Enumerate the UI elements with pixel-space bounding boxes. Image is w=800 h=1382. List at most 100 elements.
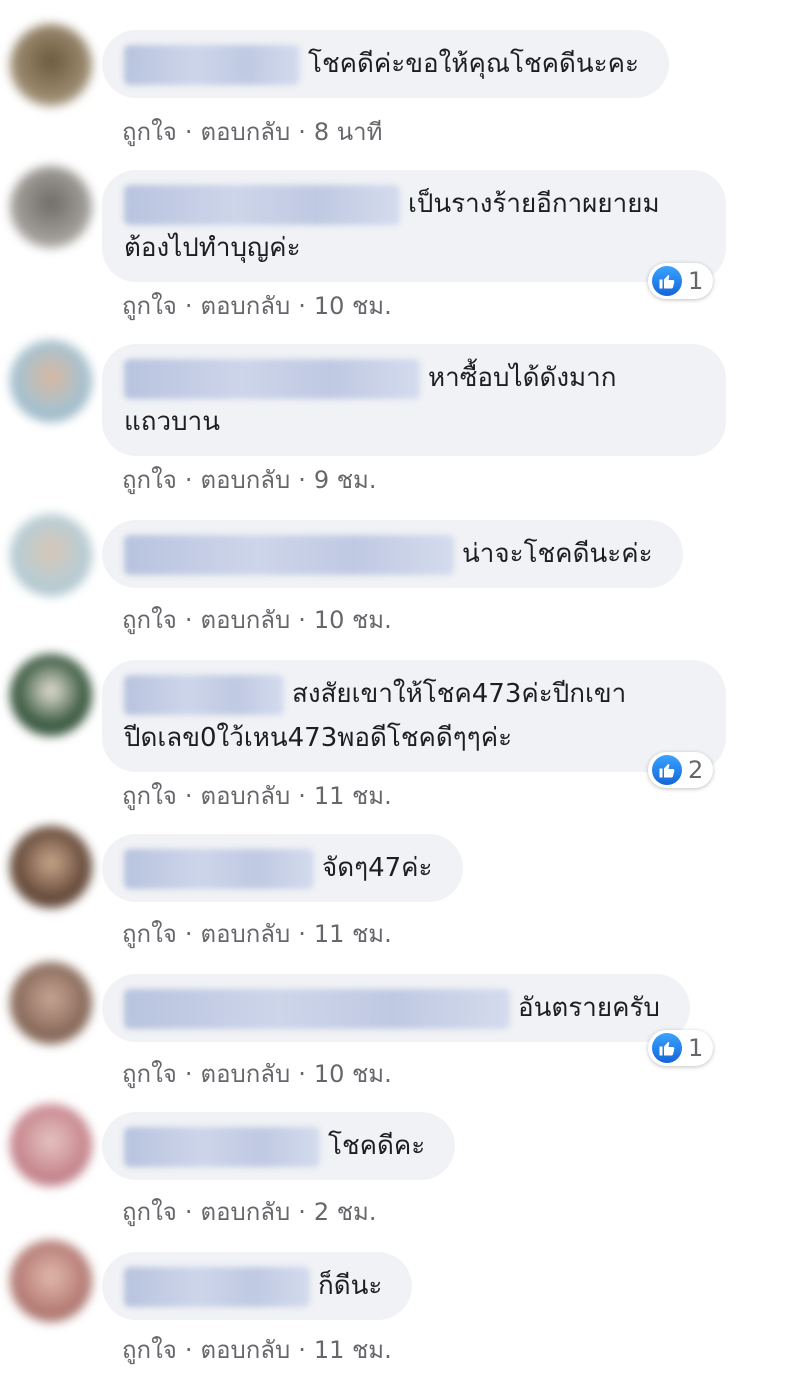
separator: · bbox=[298, 782, 306, 810]
timestamp[interactable]: 8 นาที bbox=[314, 118, 383, 146]
author-name-blurred[interactable] bbox=[124, 848, 314, 889]
avatar[interactable] bbox=[10, 166, 92, 248]
comment-text-line2: แถวบาน bbox=[124, 407, 220, 437]
comment-actions: ถูกใจ · ตอบกลับ · 11 ชม. bbox=[122, 1330, 392, 1369]
author-name-blurred[interactable] bbox=[124, 184, 400, 225]
comment-bubble: โชคดีคะ bbox=[102, 1112, 456, 1180]
author-name-blurred[interactable] bbox=[124, 674, 284, 715]
reaction-count: 2 bbox=[688, 756, 704, 784]
comment-thread: โชคดีค่ะขอให้คุณโชคดีนะคะ ถูกใจ · ตอบกลับ ·… bbox=[0, 0, 800, 1382]
comment-text: น่าจะโชคดีนะค่ะ bbox=[462, 539, 653, 569]
separator: · bbox=[184, 782, 193, 810]
timestamp[interactable]: 9 ชม. bbox=[314, 466, 377, 494]
reply-link[interactable]: ตอบกลับ bbox=[200, 466, 290, 494]
timestamp[interactable]: 11 ชม. bbox=[314, 1336, 392, 1364]
comment-bubble: สงสัยเขาให้โชค473ค่ะปีกเขา ปีดเลข0ใว้เหน… bbox=[102, 660, 726, 772]
separator: · bbox=[184, 1336, 193, 1364]
comment-bubble: หาซื้อบได้ดังมาก แถวบาน bbox=[102, 344, 726, 456]
comment-text-line2: ต้องไปทำบุญค่ะ bbox=[124, 233, 301, 263]
avatar[interactable] bbox=[10, 1104, 92, 1186]
author-name-blurred[interactable] bbox=[124, 1126, 320, 1167]
separator: · bbox=[298, 118, 306, 146]
avatar[interactable] bbox=[10, 340, 92, 422]
avatar[interactable] bbox=[10, 654, 92, 736]
reply-link[interactable]: ตอบกลับ bbox=[200, 782, 290, 810]
timestamp[interactable]: 2 ชม. bbox=[314, 1198, 377, 1226]
like-link[interactable]: ถูกใจ bbox=[122, 1060, 177, 1088]
avatar[interactable] bbox=[10, 1240, 92, 1322]
reply-link[interactable]: ตอบกลับ bbox=[200, 1198, 290, 1226]
like-link[interactable]: ถูกใจ bbox=[122, 1198, 177, 1226]
comment-text: จัดๆ47ค่ะ bbox=[322, 853, 433, 883]
timestamp[interactable]: 10 ชม. bbox=[314, 1060, 392, 1088]
timestamp[interactable]: 11 ชม. bbox=[314, 782, 392, 810]
separator: · bbox=[298, 1336, 306, 1364]
avatar[interactable] bbox=[10, 826, 92, 908]
like-link[interactable]: ถูกใจ bbox=[122, 118, 177, 146]
comment-text-line1: หาซื้อบได้ดังมาก bbox=[428, 363, 617, 393]
comment-text-line2: ปีดเลข0ใว้เหน473พอดีโชคดีๆๆค่ะ bbox=[124, 723, 513, 753]
separator: · bbox=[298, 1060, 306, 1088]
comment-actions: ถูกใจ · ตอบกลับ · 8 นาที bbox=[122, 112, 382, 151]
comment-actions: ถูกใจ · ตอบกลับ · 9 ชม. bbox=[122, 460, 376, 499]
separator: · bbox=[184, 920, 193, 948]
reply-link[interactable]: ตอบกลับ bbox=[200, 1336, 290, 1364]
separator: · bbox=[184, 292, 193, 320]
author-name-blurred[interactable] bbox=[124, 1266, 310, 1307]
comment-bubble: อันตรายครับ bbox=[102, 974, 690, 1042]
separator: · bbox=[298, 606, 306, 634]
author-name-blurred[interactable] bbox=[124, 358, 420, 399]
reply-link[interactable]: ตอบกลับ bbox=[200, 118, 290, 146]
comment-text: โชคดีค่ะขอให้คุณโชคดีนะคะ bbox=[308, 49, 639, 79]
separator: · bbox=[184, 1198, 193, 1226]
separator: · bbox=[184, 1060, 193, 1088]
like-link[interactable]: ถูกใจ bbox=[122, 782, 177, 810]
comment-bubble: ก็ดีนะ bbox=[102, 1252, 413, 1320]
author-name-blurred[interactable] bbox=[124, 44, 300, 85]
separator: · bbox=[298, 920, 306, 948]
separator: · bbox=[298, 466, 306, 494]
avatar[interactable] bbox=[10, 514, 92, 596]
author-name-blurred[interactable] bbox=[124, 534, 454, 575]
comment-text: โชคดีคะ bbox=[328, 1131, 426, 1161]
reaction-badge[interactable]: 2 bbox=[648, 752, 714, 788]
comment-bubble: จัดๆ47ค่ะ bbox=[102, 834, 463, 902]
like-link[interactable]: ถูกใจ bbox=[122, 292, 177, 320]
comment-actions: ถูกใจ · ตอบกลับ · 11 ชม. bbox=[122, 914, 392, 953]
thumbs-up-icon bbox=[652, 1033, 682, 1063]
reply-link[interactable]: ตอบกลับ bbox=[200, 1060, 290, 1088]
comment-text-line1: เป็นรางร้ายอีกาผยายม bbox=[408, 189, 660, 219]
timestamp[interactable]: 10 ชม. bbox=[314, 606, 392, 634]
reaction-count: 1 bbox=[688, 267, 704, 295]
comment-actions: ถูกใจ · ตอบกลับ · 10 ชม. bbox=[122, 600, 392, 639]
avatar[interactable] bbox=[10, 24, 92, 106]
reply-link[interactable]: ตอบกลับ bbox=[200, 606, 290, 634]
separator: · bbox=[184, 606, 193, 634]
reply-link[interactable]: ตอบกลับ bbox=[200, 292, 290, 320]
reply-link[interactable]: ตอบกลับ bbox=[200, 920, 290, 948]
avatar[interactable] bbox=[10, 962, 92, 1044]
comment-text-line1: สงสัยเขาให้โชค473ค่ะปีกเขา bbox=[292, 679, 627, 709]
separator: · bbox=[298, 292, 306, 320]
comment-bubble: โชคดีค่ะขอให้คุณโชคดีนะคะ bbox=[102, 30, 669, 98]
separator: · bbox=[184, 118, 193, 146]
separator: · bbox=[298, 1198, 306, 1226]
reaction-count: 1 bbox=[688, 1034, 704, 1062]
reaction-badge[interactable]: 1 bbox=[648, 263, 714, 299]
like-link[interactable]: ถูกใจ bbox=[122, 1336, 177, 1364]
comment-bubble: เป็นรางร้ายอีกาผยายม ต้องไปทำบุญค่ะ bbox=[102, 170, 726, 282]
timestamp[interactable]: 11 ชม. bbox=[314, 920, 392, 948]
like-link[interactable]: ถูกใจ bbox=[122, 606, 177, 634]
like-link[interactable]: ถูกใจ bbox=[122, 920, 177, 948]
comment-actions: ถูกใจ · ตอบกลับ · 2 ชม. bbox=[122, 1192, 376, 1231]
author-name-blurred[interactable] bbox=[124, 988, 510, 1029]
comment-actions: ถูกใจ · ตอบกลับ · 10 ชม. bbox=[122, 286, 392, 325]
comment-text: อันตรายครับ bbox=[518, 993, 660, 1023]
like-link[interactable]: ถูกใจ bbox=[122, 466, 177, 494]
timestamp[interactable]: 10 ชม. bbox=[314, 292, 392, 320]
comment-text: ก็ดีนะ bbox=[318, 1271, 383, 1301]
reaction-badge[interactable]: 1 bbox=[648, 1030, 714, 1066]
separator: · bbox=[184, 466, 193, 494]
comment-actions: ถูกใจ · ตอบกลับ · 11 ชม. bbox=[122, 776, 392, 815]
comment-actions: ถูกใจ · ตอบกลับ · 10 ชม. bbox=[122, 1054, 392, 1093]
